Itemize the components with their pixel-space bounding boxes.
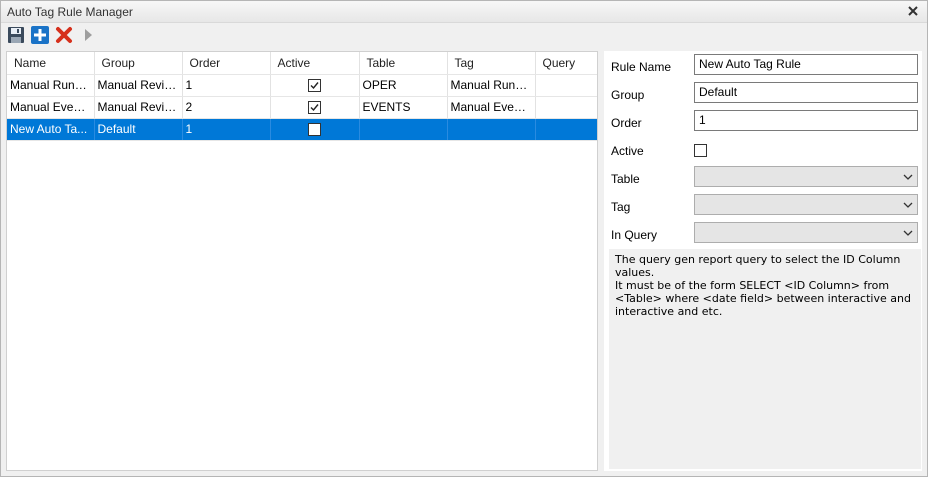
close-icon[interactable] [905, 3, 921, 19]
active-checkbox[interactable] [308, 101, 321, 115]
column-header-order[interactable]: Order [182, 52, 271, 75]
active-label: Active [611, 144, 644, 158]
cell-order[interactable]: 1 [182, 118, 271, 141]
table-label: Table [611, 172, 640, 186]
chevron-down-icon [902, 171, 914, 183]
cell-table[interactable]: OPER [359, 74, 448, 97]
active-checkbox[interactable] [694, 144, 707, 157]
cell-tag[interactable] [447, 118, 536, 141]
cell-query[interactable] [535, 74, 597, 97]
cell-name[interactable]: Manual Runw... [7, 74, 95, 97]
active-row: Active [604, 139, 922, 163]
group-label: Group [611, 88, 645, 102]
cell-group[interactable]: Default [94, 118, 183, 141]
column-header-table[interactable]: Table [359, 52, 448, 75]
cell-tag[interactable]: Manual Runw... [447, 74, 536, 97]
group-row: Group Default [604, 82, 922, 106]
description-line-2: It must be of the form SELECT <ID Column… [615, 279, 915, 318]
chevron-down-icon [902, 199, 914, 211]
title-bar: Auto Tag Rule Manager [1, 1, 927, 23]
cell-group[interactable]: Manual Revie... [94, 96, 183, 119]
table-header-row: Name Group Order Active Table Tag Query [7, 52, 597, 75]
rule-details-panel: Rule Name New Auto Tag Rule Group Defaul… [604, 51, 922, 471]
cell-tag[interactable]: Manual Event ... [447, 96, 536, 119]
toolbar [1, 24, 927, 48]
cell-query[interactable] [535, 118, 597, 141]
order-input[interactable]: 1 [694, 110, 918, 131]
play-arrow-icon[interactable] [81, 26, 101, 46]
table-row[interactable]: Manual Event... Manual Revie... 2 EVENTS… [7, 96, 597, 119]
table-select[interactable] [694, 166, 918, 187]
rule-name-input[interactable]: New Auto Tag Rule [694, 54, 918, 75]
chevron-down-icon [902, 227, 914, 239]
in-query-select[interactable] [694, 222, 918, 243]
cell-group[interactable]: Manual Revie... [94, 74, 183, 97]
tag-row: Tag [604, 194, 922, 218]
plus-icon[interactable] [31, 26, 51, 46]
table-row-selected[interactable]: New Auto Ta... Default 1 [7, 118, 597, 141]
rules-grid: Name Group Order Active Table Tag Query … [6, 51, 598, 471]
query-description: The query gen report query to select the… [609, 249, 921, 469]
rule-name-row: Rule Name New Auto Tag Rule [604, 54, 922, 78]
group-input[interactable]: Default [694, 82, 918, 103]
order-row: Order 1 [604, 110, 922, 134]
cell-query[interactable] [535, 96, 597, 119]
cell-order[interactable]: 2 [182, 96, 271, 119]
cell-order[interactable]: 1 [182, 74, 271, 97]
column-header-tag[interactable]: Tag [447, 52, 536, 75]
tag-select[interactable] [694, 194, 918, 215]
cell-active[interactable] [270, 118, 360, 141]
cell-active[interactable] [270, 74, 360, 97]
table-row-field: Table [604, 166, 922, 190]
in-query-label: In Query [611, 228, 658, 242]
tag-label: Tag [611, 200, 631, 214]
column-header-group[interactable]: Group [94, 52, 183, 75]
description-line-1: The query gen report query to select the… [615, 253, 904, 279]
table-row[interactable]: Manual Runw... Manual Revie... 1 OPER Ma… [7, 74, 597, 97]
floppy-disk-icon[interactable] [7, 26, 27, 46]
cell-table[interactable] [359, 118, 448, 141]
delete-icon[interactable] [55, 26, 75, 46]
active-checkbox[interactable] [308, 123, 321, 137]
in-query-row: In Query [604, 222, 922, 246]
column-header-active[interactable]: Active [270, 52, 360, 75]
auto-tag-rule-manager-window: Auto Tag Rule Manager Name Group Order A… [0, 0, 928, 477]
cell-active[interactable] [270, 96, 360, 119]
cell-name[interactable]: Manual Event... [7, 96, 95, 119]
cell-table[interactable]: EVENTS [359, 96, 448, 119]
column-header-query[interactable]: Query [535, 52, 597, 75]
rules-table: Name Group Order Active Table Tag Query … [7, 52, 597, 141]
window-title: Auto Tag Rule Manager [7, 5, 133, 19]
cell-name[interactable]: New Auto Ta... [7, 118, 95, 141]
column-header-name[interactable]: Name [7, 52, 95, 75]
rule-name-label: Rule Name [611, 60, 672, 74]
order-label: Order [611, 116, 642, 130]
active-checkbox[interactable] [308, 79, 321, 93]
